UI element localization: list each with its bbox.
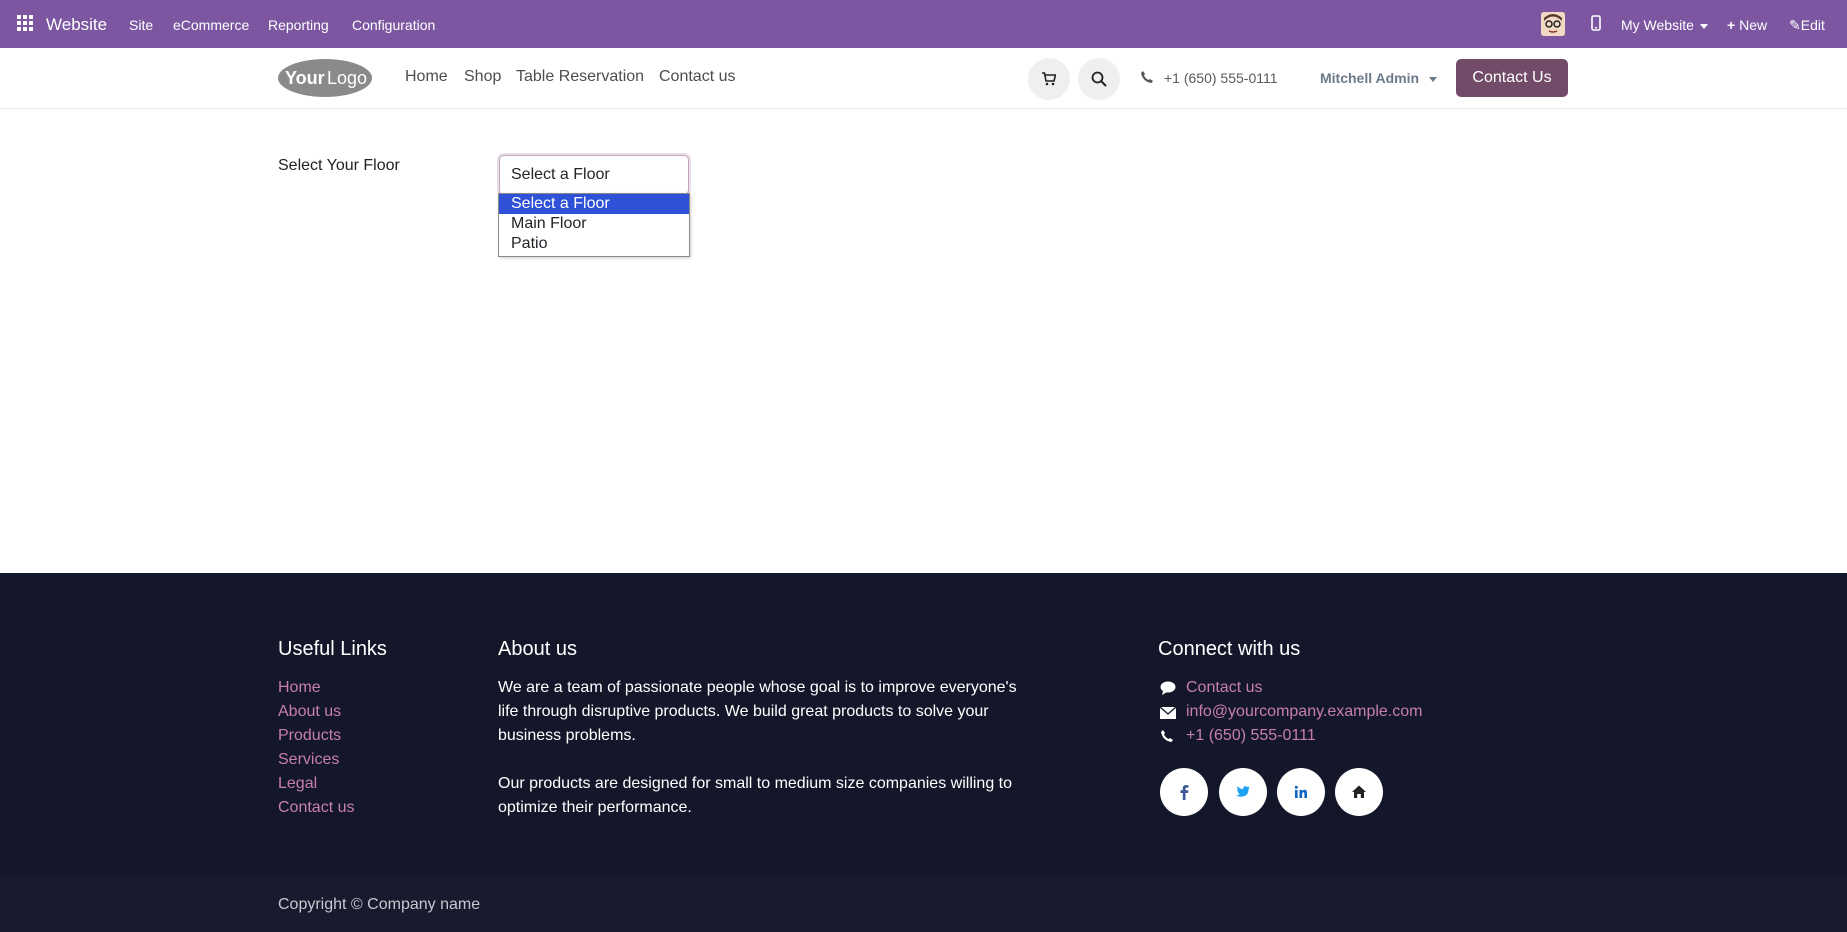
apps-grid-icon[interactable] <box>17 15 34 32</box>
svg-text:Logo: Logo <box>327 68 367 88</box>
cart-button[interactable] <box>1028 58 1070 100</box>
pencil-icon: ✎ <box>1789 17 1801 33</box>
footer-link-legal[interactable]: Legal <box>278 775 317 793</box>
twitter-button[interactable] <box>1219 768 1267 816</box>
menu-configuration[interactable]: Configuration <box>352 17 435 33</box>
home-button[interactable] <box>1335 768 1383 816</box>
search-button[interactable] <box>1078 58 1120 100</box>
footer-link-products[interactable]: Products <box>278 727 341 745</box>
nav-contact-us[interactable]: Contact us <box>659 68 735 86</box>
footer-link-contact[interactable]: Contact us <box>278 799 354 817</box>
footer-link-services[interactable]: Services <box>278 751 339 769</box>
app-name[interactable]: Website <box>46 15 107 35</box>
floor-option-select[interactable]: Select a Floor <box>499 194 689 214</box>
website-navbar: Your Logo Home Shop Table Reservation Co… <box>0 48 1847 109</box>
new-label: New <box>1739 17 1768 33</box>
nav-table-reservation[interactable]: Table Reservation <box>516 68 644 86</box>
connect-title: Connect with us <box>1158 638 1301 660</box>
nav-shop[interactable]: Shop <box>464 68 501 86</box>
menu-reporting[interactable]: Reporting <box>268 17 329 33</box>
floor-label: Select Your Floor <box>278 157 400 174</box>
edit-label: Edit <box>1800 17 1825 33</box>
header-phone[interactable]: +1 (650) 555-0111 <box>1164 70 1278 86</box>
about-line-4: Our products are designed for small to m… <box>498 775 1013 792</box>
new-button[interactable]: + New <box>1727 17 1767 33</box>
edit-button[interactable]: ✎Edit <box>1789 17 1825 34</box>
linkedin-icon <box>1294 785 1307 798</box>
footer-email-link[interactable]: info@yourcompany.example.com <box>1186 703 1423 721</box>
user-avatar[interactable] <box>1541 12 1565 36</box>
plus-icon: + <box>1727 17 1736 33</box>
comment-icon <box>1160 681 1176 697</box>
mobile-preview-icon[interactable] <box>1591 15 1601 31</box>
facebook-button[interactable] <box>1160 768 1208 816</box>
website-selector-label: My Website <box>1621 17 1694 33</box>
floor-option-main-floor[interactable]: Main Floor <box>499 214 689 234</box>
linkedin-button[interactable] <box>1277 768 1325 816</box>
nav-home[interactable]: Home <box>405 68 448 86</box>
caret-down-icon <box>1428 76 1437 82</box>
about-line-1: We are a team of passionate people whose… <box>498 679 1017 696</box>
about-title: About us <box>498 638 577 660</box>
footer-phone-link[interactable]: +1 (650) 555-0111 <box>1186 727 1316 745</box>
useful-links-title: Useful Links <box>278 638 387 660</box>
cart-icon <box>1042 72 1056 86</box>
floor-select-value: Select a Floor <box>511 166 610 183</box>
caret-down-icon <box>1699 23 1708 29</box>
home-icon <box>1352 785 1366 798</box>
user-menu[interactable]: Mitchell Admin <box>1320 70 1437 86</box>
facebook-icon <box>1180 785 1189 800</box>
about-line-5: optimize their performance. <box>498 799 692 816</box>
admin-topbar: Website Site eCommerce Reporting Configu… <box>0 0 1847 48</box>
envelope-icon <box>1159 706 1177 722</box>
copyright-bar: Copyright © Company name <box>0 877 1847 932</box>
svg-text:Your: Your <box>285 68 325 88</box>
search-icon <box>1091 71 1107 87</box>
menu-site[interactable]: Site <box>129 17 153 33</box>
floor-dropdown-list: Select a Floor Main Floor Patio <box>498 193 690 257</box>
footer-link-home[interactable]: Home <box>278 679 321 697</box>
site-footer: Useful Links Home About us Products Serv… <box>0 573 1847 877</box>
company-logo[interactable]: Your Logo <box>277 58 373 98</box>
floor-select[interactable]: Select a Floor <box>499 155 689 195</box>
twitter-icon <box>1236 786 1250 797</box>
footer-link-about[interactable]: About us <box>278 703 341 721</box>
phone-icon <box>1140 70 1154 84</box>
floor-option-patio[interactable]: Patio <box>499 234 689 254</box>
website-selector[interactable]: My Website <box>1621 17 1708 33</box>
contact-us-button[interactable]: Contact Us <box>1456 59 1568 97</box>
about-line-3: business problems. <box>498 727 636 744</box>
about-line-2: life through disruptive products. We bui… <box>498 703 989 720</box>
copyright-text: Copyright © Company name <box>278 896 481 913</box>
menu-ecommerce[interactable]: eCommerce <box>173 17 249 33</box>
footer-contact-link[interactable]: Contact us <box>1186 679 1262 697</box>
user-name: Mitchell Admin <box>1320 70 1420 86</box>
phone-icon <box>1160 729 1176 745</box>
